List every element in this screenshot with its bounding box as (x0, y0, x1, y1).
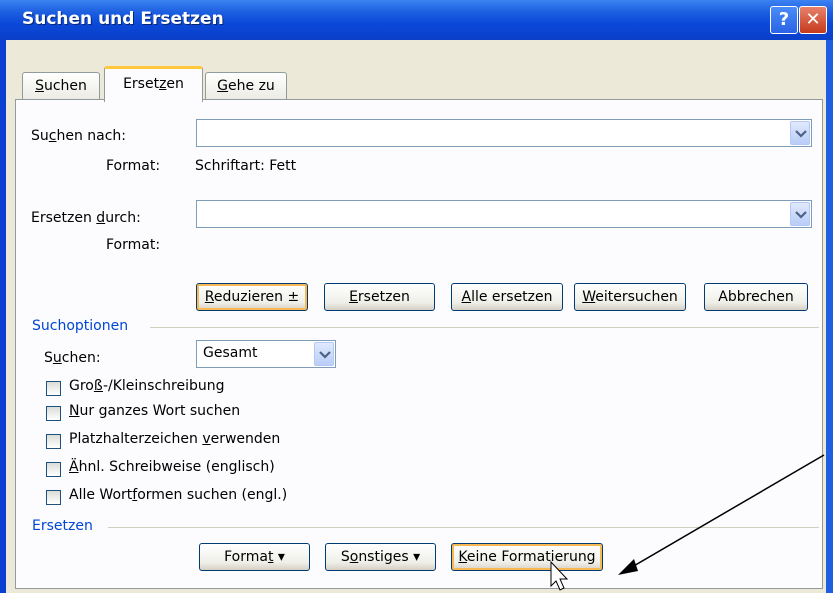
tab-label: en (166, 76, 184, 92)
tab-label: Erset (123, 76, 160, 92)
annotation-arrow-icon (618, 454, 825, 575)
tab-ersetzen[interactable]: Ersetzen (104, 66, 203, 102)
mouse-cursor-icon (550, 560, 569, 591)
